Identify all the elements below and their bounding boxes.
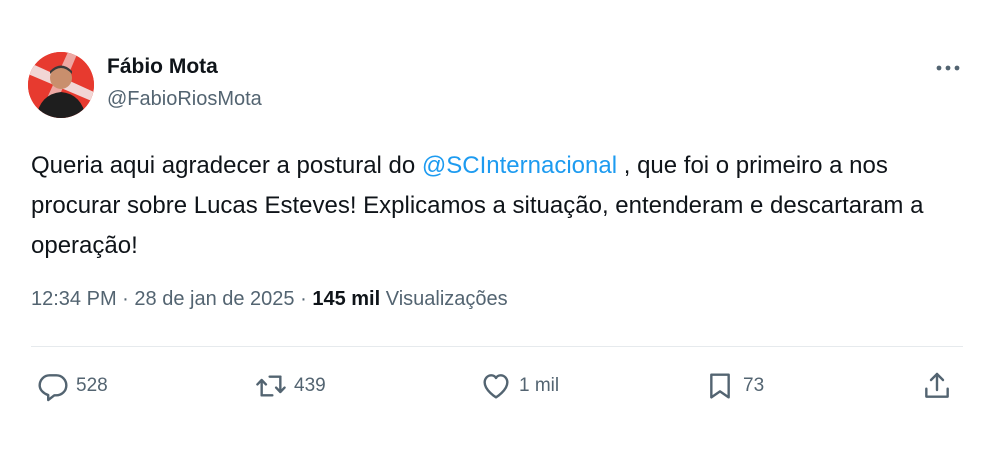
like-button[interactable]: 1 mil [480, 370, 559, 402]
meta-separator: · [116, 288, 135, 310]
views-label[interactable]: Visualizações [380, 288, 508, 310]
like-icon [483, 374, 509, 399]
action-bar: 528 439 1 mil 73 [31, 366, 963, 406]
meta-separator: · [294, 288, 313, 310]
share-icon [925, 372, 949, 398]
bookmark-count: 73 [743, 375, 765, 396]
more-options-button[interactable] [934, 57, 962, 79]
more-icon [936, 65, 960, 71]
reply-count: 528 [76, 375, 108, 396]
author-name[interactable]: Fábio Mota [107, 55, 218, 79]
reply-icon [38, 374, 68, 402]
bookmark-icon [710, 373, 730, 399]
tweet-time[interactable]: 12:34 PM [31, 288, 117, 310]
views-count[interactable]: 145 mil [312, 288, 380, 310]
tweet-text-start: Queria aqui agradecer a postural do [31, 152, 422, 179]
tweet-meta: 12:34 PM · 28 de jan de 2025 · 145 mil V… [31, 288, 508, 311]
avatar[interactable] [28, 52, 94, 118]
retweet-icon [256, 375, 286, 397]
like-count: 1 mil [519, 375, 560, 396]
tweet-card: Fábio Mota @FabioRiosMota Queria aqui ag… [0, 0, 984, 458]
retweet-button[interactable]: 439 [255, 370, 326, 402]
retweet-count: 439 [294, 375, 326, 396]
divider [31, 346, 963, 347]
author-handle[interactable]: @FabioRiosMota [107, 88, 262, 111]
bookmark-button[interactable]: 73 [704, 370, 764, 402]
reply-button[interactable]: 528 [37, 370, 108, 402]
tweet-text: Queria aqui agradecer a postural do @SCI… [31, 146, 941, 266]
tweet-date[interactable]: 28 de jan de 2025 [134, 288, 294, 310]
avatar-image [28, 52, 94, 118]
mention-link[interactable]: @SCInternacional [422, 152, 617, 179]
share-button[interactable] [921, 370, 953, 402]
